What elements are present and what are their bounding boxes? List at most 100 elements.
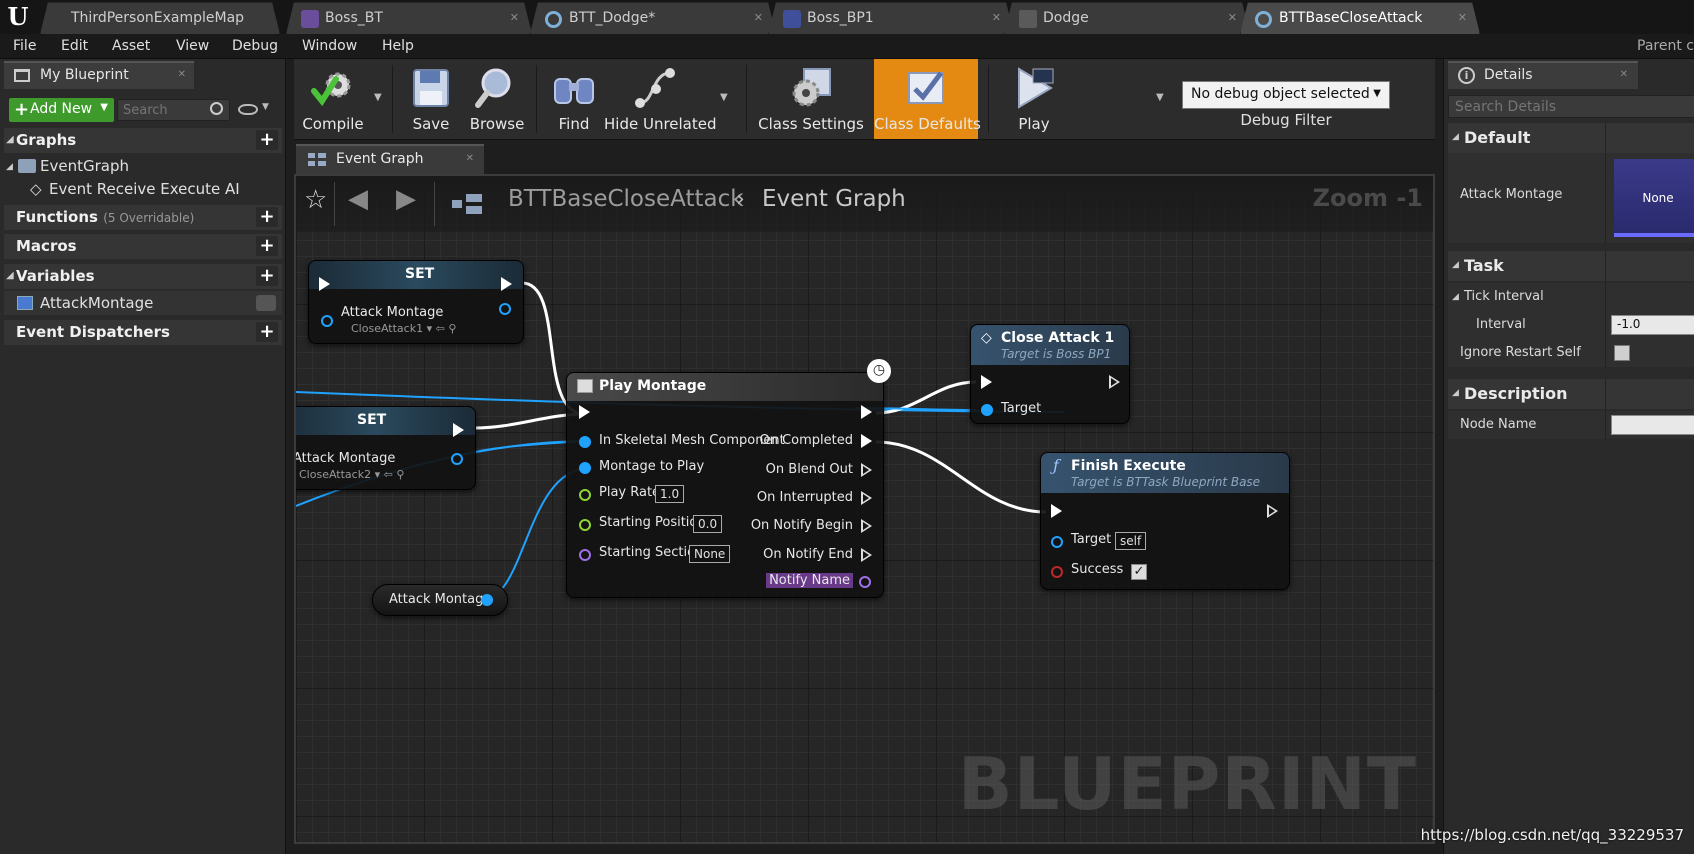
my-blueprint-tab[interactable]: My Blueprint ✕	[4, 61, 194, 89]
menu-asset[interactable]: Asset	[112, 38, 150, 54]
graph-item-event-receive-execute-ai[interactable]: ◇ Event Receive Execute AI	[4, 177, 282, 201]
breadcrumb-blueprint[interactable]: BTTBaseCloseAttack	[508, 186, 744, 212]
details-search-input[interactable]	[1448, 95, 1694, 118]
add-variable-button[interactable]: +	[256, 266, 278, 286]
play-button[interactable]: Play	[994, 59, 1074, 139]
menu-view[interactable]: View	[176, 38, 209, 54]
add-macro-button[interactable]: +	[256, 236, 278, 256]
browse-button[interactable]: Browse	[462, 59, 532, 139]
category-default[interactable]: ◢ Default	[1448, 123, 1694, 153]
exec-input-pin[interactable]	[319, 277, 330, 291]
hide-unrelated-button[interactable]: Hide Unrelated	[604, 59, 717, 139]
skeletal-mesh-input-pin[interactable]	[579, 436, 591, 448]
class-settings-button[interactable]: Class Settings	[756, 59, 866, 139]
details-tab[interactable]: i Details ✕	[1448, 61, 1638, 89]
exec-output-pin[interactable]	[501, 277, 512, 291]
variable-item-attackmontage[interactable]: AttackMontage	[4, 291, 282, 315]
save-button[interactable]: Save	[398, 59, 464, 139]
node-name-input[interactable]	[1611, 415, 1694, 435]
parent-class-label[interactable]: Parent c	[1637, 38, 1694, 54]
close-icon[interactable]: ✕	[466, 153, 474, 164]
tab-third-person-map[interactable]: ThirdPersonExampleMap	[40, 2, 280, 34]
play-options-chevron-icon[interactable]: ▼	[1156, 92, 1164, 103]
set-node-closeattack1[interactable]: SET Attack Montage CloseAttack1 ▾ ⇦ ⚲	[308, 260, 524, 344]
montage-asset-dropdown[interactable]: CloseAttack1 ▾ ⇦ ⚲	[351, 322, 456, 335]
montage-to-play-input-pin[interactable]	[579, 462, 591, 474]
chevron-down-icon[interactable]: ▼	[262, 102, 269, 112]
on-interrupted-exec-pin[interactable]	[861, 491, 872, 505]
collapse-triangle-icon[interactable]: ◢	[6, 134, 14, 145]
tab-boss-bp1[interactable]: Boss_BP1 ✕	[768, 2, 1014, 34]
add-new-button[interactable]: + Add New ▼	[9, 98, 114, 122]
compile-options-chevron-icon[interactable]: ▼	[374, 92, 382, 103]
attack-montage-input-pin[interactable]	[321, 315, 333, 327]
starting-position-field[interactable]: 0.0	[693, 515, 723, 533]
target-input-pin[interactable]	[981, 404, 993, 416]
variables-section-header[interactable]: ◢ Variables +	[4, 264, 282, 289]
play-rate-input-pin[interactable]	[579, 489, 591, 501]
event-graph-canvas[interactable]: ☆ ◀ ▶ BTTBaseCloseAttack › Event Graph Z…	[294, 174, 1435, 844]
tab-event-graph[interactable]: Event Graph ✕	[296, 144, 484, 174]
compile-button[interactable]: Compile	[294, 59, 372, 139]
play-rate-field[interactable]: 1.0	[655, 485, 685, 503]
menu-debug[interactable]: Debug	[232, 38, 278, 54]
exec-output-pin[interactable]	[1267, 504, 1278, 518]
on-notify-begin-exec-pin[interactable]	[861, 519, 872, 533]
hide-unrelated-options-chevron-icon[interactable]: ▼	[720, 92, 728, 103]
starting-section-field[interactable]: None	[689, 545, 731, 563]
tab-dodge[interactable]: Dodge ✕	[1004, 2, 1250, 34]
attack-montage-output-pin[interactable]	[451, 453, 463, 465]
tab-boss-bt[interactable]: Boss_BT ✕	[286, 2, 532, 34]
collapse-triangle-icon[interactable]: ◢	[1452, 292, 1459, 302]
play-montage-node[interactable]: Play Montage ◷ In Skeletal Mesh Componen…	[566, 359, 891, 598]
on-blend-out-exec-pin[interactable]	[861, 463, 872, 477]
eye-icon[interactable]	[238, 104, 258, 115]
close-icon[interactable]: ✕	[754, 11, 763, 24]
close-icon[interactable]: ✕	[1228, 11, 1237, 24]
back-arrow-icon[interactable]: ◀	[348, 184, 368, 214]
visibility-eye-icon[interactable]	[256, 295, 276, 311]
success-input-pin[interactable]	[1051, 566, 1063, 578]
event-dispatchers-section-header[interactable]: Event Dispatchers +	[4, 320, 282, 345]
forward-arrow-icon[interactable]: ▶	[396, 184, 416, 214]
exec-output-pin[interactable]	[1109, 375, 1120, 389]
menu-file[interactable]: File	[13, 38, 36, 54]
attack-montage-asset-thumbnail[interactable]: None	[1614, 159, 1694, 237]
montage-asset-dropdown[interactable]: CloseAttack2 ▾ ⇦ ⚲	[299, 468, 404, 481]
notify-name-output-pin[interactable]	[859, 576, 871, 588]
close-attack-1-node[interactable]: ◇ Close Attack 1 Target is Boss BP1 Targ…	[970, 324, 1130, 424]
graphs-section-header[interactable]: ◢ Graphs +	[4, 128, 282, 153]
find-button[interactable]: Find	[542, 59, 606, 139]
set-node-closeattack2[interactable]: SET Attack Montage CloseAttack2 ▾ ⇦ ⚲	[296, 406, 476, 490]
exec-input-pin[interactable]	[579, 405, 590, 419]
add-event-dispatcher-button[interactable]: +	[256, 322, 278, 342]
exec-output-pin[interactable]	[861, 405, 872, 419]
starting-position-input-pin[interactable]	[579, 519, 591, 531]
close-icon[interactable]: ✕	[178, 69, 186, 80]
exec-input-pin[interactable]	[981, 375, 992, 389]
menu-window[interactable]: Window	[302, 38, 357, 54]
add-graph-button[interactable]: +	[256, 130, 278, 150]
favorite-star-icon[interactable]: ☆	[304, 185, 327, 215]
close-icon[interactable]: ✕	[1458, 11, 1467, 24]
interval-input[interactable]: -1.0	[1611, 315, 1694, 335]
class-defaults-button[interactable]: Class Defaults	[874, 59, 981, 139]
category-description[interactable]: ◢ Description	[1448, 379, 1694, 409]
macros-section-header[interactable]: Macros +	[4, 234, 282, 259]
collapse-triangle-icon[interactable]: ◢	[6, 162, 13, 172]
on-completed-exec-pin[interactable]	[861, 434, 872, 448]
prop-tick-interval[interactable]: ◢ Tick Interval	[1448, 283, 1694, 311]
success-checkbox[interactable]: ✓	[1131, 564, 1147, 580]
exec-input-pin[interactable]	[1051, 504, 1062, 518]
attack-montage-output-pin[interactable]	[499, 303, 511, 315]
menu-edit[interactable]: Edit	[61, 38, 88, 54]
on-notify-end-exec-pin[interactable]	[861, 548, 872, 562]
starting-section-input-pin[interactable]	[579, 549, 591, 561]
exec-output-pin[interactable]	[453, 423, 464, 437]
graph-item-eventgraph[interactable]: ◢ EventGraph	[4, 154, 282, 178]
ignore-restart-self-checkbox[interactable]	[1614, 345, 1630, 361]
tab-btt-base-close-attack[interactable]: BTTBaseCloseAttack ✕	[1240, 2, 1480, 34]
collapse-triangle-icon[interactable]: ◢	[6, 270, 14, 281]
getter-output-pin[interactable]	[481, 594, 493, 606]
functions-section-header[interactable]: Functions (5 Overridable) +	[4, 205, 282, 230]
